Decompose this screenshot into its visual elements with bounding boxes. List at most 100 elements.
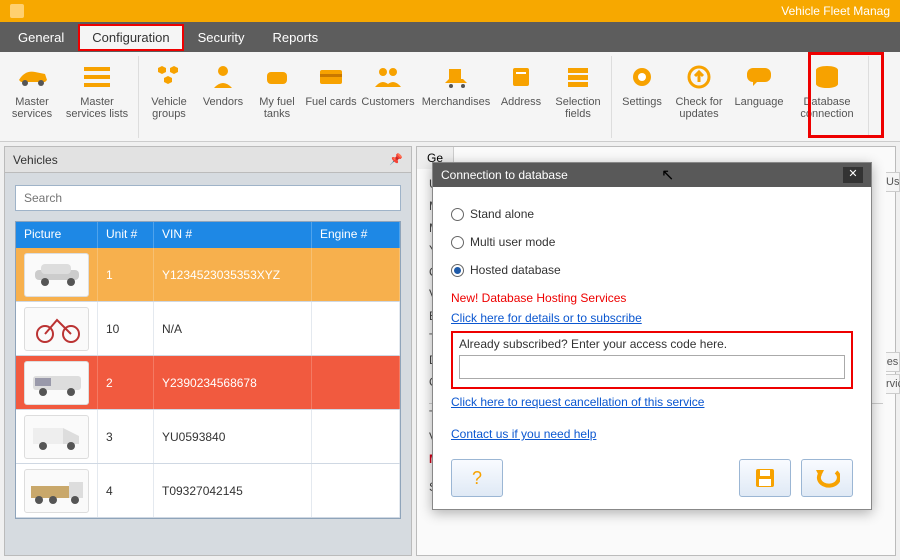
ribbon-label: Master services lists [60, 94, 134, 120]
cell-unit: 1 [98, 248, 154, 301]
card-icon [305, 60, 357, 94]
gear-icon [616, 60, 668, 94]
table-row[interactable]: 4 T09327042145 [16, 464, 400, 518]
ribbon-vehicle-groups[interactable]: Vehicle groups [143, 56, 195, 138]
cell-unit: 2 [98, 356, 154, 409]
tank-icon [251, 60, 303, 94]
radio-icon [451, 264, 464, 277]
ribbon-label: Fuel cards [305, 94, 357, 108]
dialog-titlebar[interactable]: Connection to database ↖ ✕ [433, 163, 871, 187]
ribbon-vendors[interactable]: Vendors [197, 56, 249, 138]
access-label: Already subscribed? Enter your access co… [459, 337, 845, 351]
vehicles-grid: Picture Unit # VIN # Engine # 1 Y1234523… [15, 221, 401, 519]
cancel-link[interactable]: Click here to request cancellation of th… [451, 395, 853, 409]
undo-button[interactable] [801, 459, 853, 497]
access-code-input[interactable] [459, 355, 845, 379]
col-engine[interactable]: Engine # [312, 222, 400, 248]
ribbon: Master services Master services lists Ve… [0, 52, 900, 142]
radio-label: Multi user mode [470, 235, 555, 249]
col-picture[interactable]: Picture [16, 222, 98, 248]
ribbon-label: Vendors [197, 94, 249, 108]
radio-multi[interactable]: Multi user mode [451, 235, 853, 249]
table-row[interactable]: 3 YU0593840 [16, 410, 400, 464]
menu-security[interactable]: Security [184, 24, 259, 51]
ribbon-label: Merchandises [419, 94, 493, 108]
col-vin[interactable]: VIN # [154, 222, 312, 248]
ribbon-label: Address [495, 94, 547, 108]
cell-engine [312, 302, 400, 355]
database-icon [790, 60, 864, 94]
cell-unit: 3 [98, 410, 154, 463]
vehicles-panel: Vehicles 📌 Picture Unit # VIN # Engine #… [4, 146, 412, 556]
cell-engine [312, 464, 400, 517]
ribbon-label: Selection fields [549, 94, 607, 120]
ribbon-fuel-cards[interactable]: Fuel cards [305, 56, 357, 138]
cell-unit: 10 [98, 302, 154, 355]
table-row[interactable]: 10 N/A [16, 302, 400, 356]
ribbon-label: Master services [6, 94, 58, 120]
ribbon-customers[interactable]: Customers [359, 56, 417, 138]
side-truncated-labels: Us es rvice [886, 172, 900, 394]
book-icon [495, 60, 547, 94]
ribbon-label: Vehicle groups [143, 94, 195, 120]
vehicles-panel-header: Vehicles 📌 [5, 147, 411, 173]
cell-engine [312, 356, 400, 409]
ribbon-check-updates[interactable]: Check for updates [670, 56, 728, 138]
ribbon-address[interactable]: Address [495, 56, 547, 138]
radio-standalone[interactable]: Stand alone [451, 207, 853, 221]
update-icon [670, 60, 728, 94]
radio-icon [451, 208, 464, 221]
cell-vin: YU0593840 [154, 410, 312, 463]
title-bar: Vehicle Fleet Manag [0, 0, 900, 22]
connection-dialog: Connection to database ↖ ✕ Stand alone M… [432, 162, 872, 510]
cell-unit: 4 [98, 464, 154, 517]
vehicle-thumb [24, 415, 89, 459]
radio-label: Stand alone [470, 207, 534, 221]
table-row[interactable]: 1 Y1234523035353XYZ [16, 248, 400, 302]
radio-icon [451, 236, 464, 249]
help-button[interactable]: ? [451, 459, 503, 497]
ribbon-label: Database connection [790, 94, 864, 120]
ribbon-label: My fuel tanks [251, 94, 303, 120]
list-icon [60, 60, 134, 94]
ribbon-master-services-lists[interactable]: Master services lists [60, 56, 134, 138]
vehicle-thumb [24, 307, 89, 351]
ribbon-fuel-tanks[interactable]: My fuel tanks [251, 56, 303, 138]
menu-general[interactable]: General [4, 24, 78, 51]
cell-engine [312, 410, 400, 463]
col-unit[interactable]: Unit # [98, 222, 154, 248]
radio-label: Hosted database [470, 263, 561, 277]
ribbon-database-connection[interactable]: Database connection [790, 56, 864, 138]
menu-reports[interactable]: Reports [259, 24, 333, 51]
table-row[interactable]: 2 Y2390234568678 [16, 356, 400, 410]
app-title: Vehicle Fleet Manag [781, 4, 890, 18]
cell-vin: Y2390234568678 [154, 356, 312, 409]
grid-header: Picture Unit # VIN # Engine # [16, 222, 400, 248]
person-icon [197, 60, 249, 94]
vehicles-title: Vehicles [13, 153, 58, 167]
cell-engine [312, 248, 400, 301]
side-label: Us [886, 172, 900, 192]
ribbon-label: Settings [616, 94, 668, 108]
save-icon [754, 467, 776, 489]
hex-icon [143, 60, 195, 94]
menu-configuration[interactable]: Configuration [78, 24, 183, 51]
menu-bar: General Configuration Security Reports [0, 22, 900, 52]
contact-link[interactable]: Contact us if you need help [451, 427, 853, 441]
cursor-icon: ↖ [661, 165, 674, 185]
radio-hosted[interactable]: Hosted database [451, 263, 853, 277]
people-icon [359, 60, 417, 94]
close-icon[interactable]: ✕ [843, 167, 863, 183]
pin-icon[interactable]: 📌 [389, 153, 403, 166]
ribbon-merchandises[interactable]: Merchandises [419, 56, 493, 138]
ribbon-label: Check for updates [670, 94, 728, 120]
access-code-box: Already subscribed? Enter your access co… [451, 331, 853, 389]
ribbon-language[interactable]: Language [730, 56, 788, 138]
details-link[interactable]: Click here for details or to subscribe [451, 311, 853, 325]
search-input[interactable] [15, 185, 401, 211]
save-button[interactable] [739, 459, 791, 497]
speech-icon [730, 60, 788, 94]
ribbon-master-services[interactable]: Master services [6, 56, 58, 138]
ribbon-selection-fields[interactable]: Selection fields [549, 56, 607, 138]
ribbon-settings[interactable]: Settings [616, 56, 668, 138]
